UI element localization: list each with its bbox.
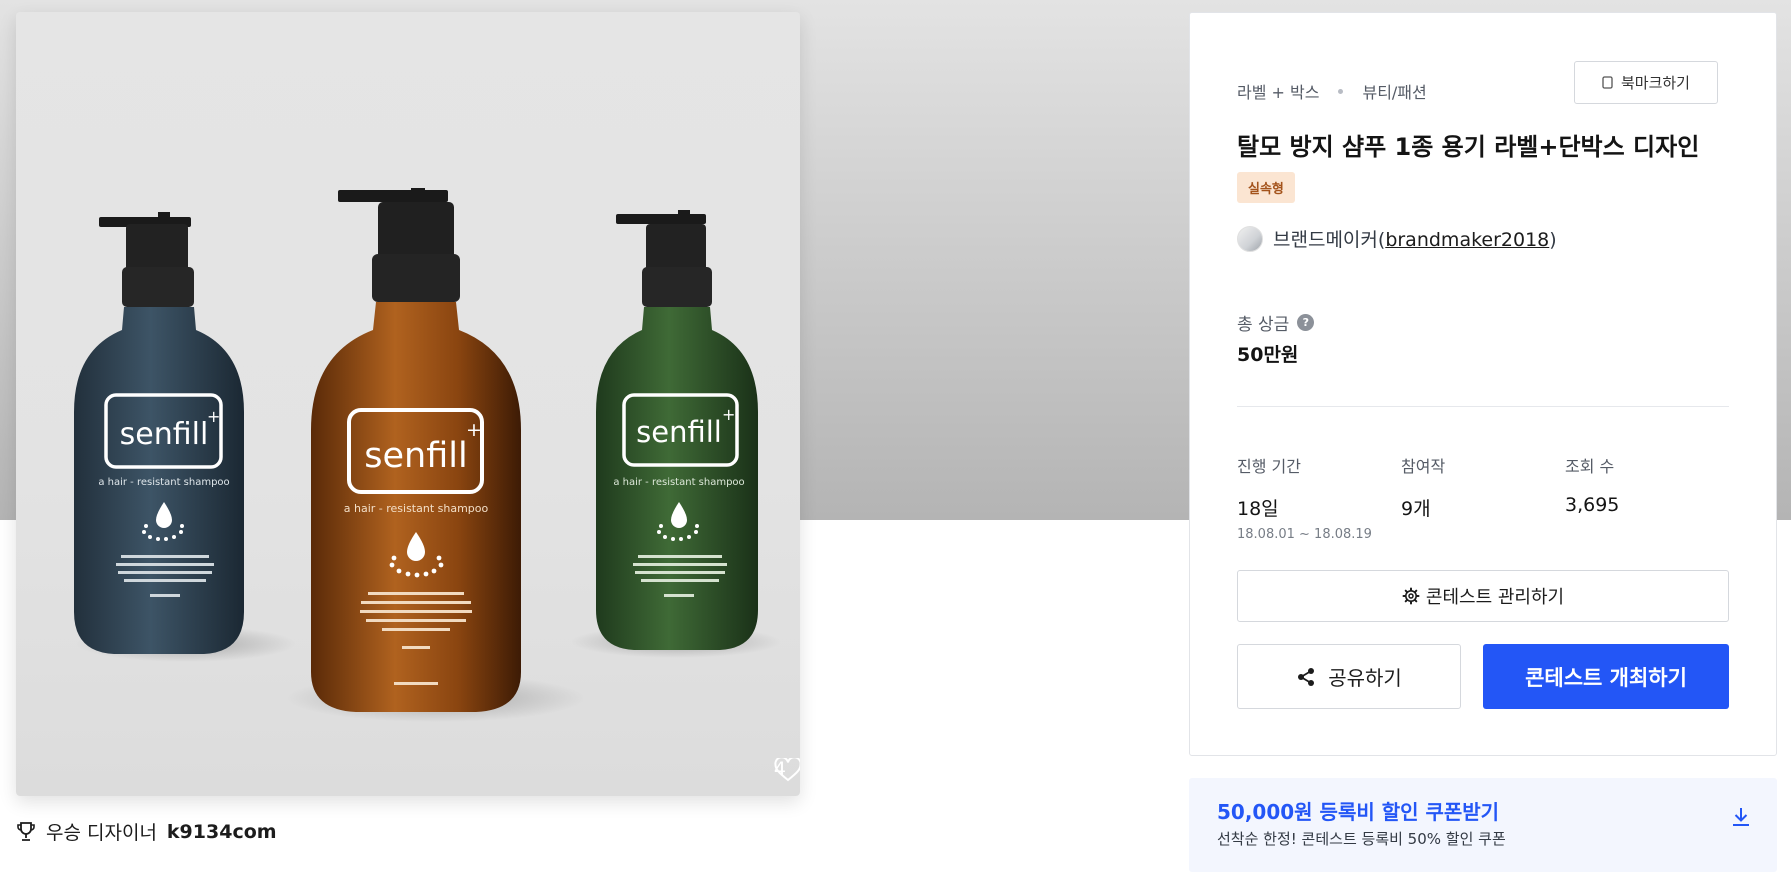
manage-contest-button[interactable]: 콘테스트 관리하기 — [1237, 570, 1729, 622]
manage-label: 콘테스트 관리하기 — [1425, 587, 1565, 608]
svg-text:a hair - resistant shampoo: a hair - resistant shampoo — [613, 477, 744, 488]
owner-id-link[interactable]: brandmaker2018 — [1385, 229, 1549, 251]
subcategory-link[interactable]: 뷰티/패션 — [1362, 79, 1426, 103]
designer-name[interactable]: k9134com — [167, 821, 277, 843]
svg-text:+: + — [207, 407, 220, 426]
coupon-subtitle: 선착순 한정! 콘테스트 등록비 50% 할인 쿠폰 — [1217, 830, 1506, 848]
winning-designer: 우승 디자이너 k9134com — [16, 818, 277, 845]
stat-period: 진행 기간 18일 18.08.01 ~ 18.08.19 — [1237, 453, 1372, 542]
avatar[interactable] — [1237, 225, 1263, 252]
views-label: 조회 수 — [1565, 457, 1615, 476]
period-range: 18.08.01 ~ 18.08.19 — [1237, 527, 1372, 542]
owner-name: 브랜드메이커 — [1273, 229, 1378, 251]
owner-name-row: 브랜드메이커(brandmaker2018) — [1273, 229, 1557, 251]
breadcrumb-separator — [1338, 88, 1344, 94]
svg-text:a hair - resistant shampoo: a hair - resistant shampoo — [98, 477, 229, 488]
svg-text:+: + — [466, 419, 482, 441]
designer-prefix: 우승 디자이너 — [46, 822, 157, 844]
svg-text:senfill: senfill — [636, 415, 722, 449]
contest-main-image[interactable]: senfill + a hair - resistant shampoo sen… — [16, 12, 800, 796]
bookmark-label: 북마크하기 — [1620, 74, 1690, 92]
svg-text:senfill: senfill — [364, 436, 467, 476]
heart-icon — [774, 758, 800, 782]
category-breadcrumb: 라벨 + 박스 뷰티/패션 — [1237, 79, 1427, 103]
svg-text:senfill: senfill — [120, 417, 209, 452]
share-button[interactable]: 공유하기 — [1237, 644, 1461, 709]
divider — [1237, 406, 1729, 407]
gear-icon — [1402, 587, 1420, 605]
stat-entries: 참여작 9개 — [1401, 453, 1445, 521]
coupon-title: 50,000원 등록비 할인 쿠폰받기 — [1217, 800, 1500, 824]
bookmark-icon — [1602, 76, 1613, 89]
plan-badge: 실속형 — [1237, 172, 1295, 203]
stat-views: 조회 수 3,695 — [1565, 453, 1619, 516]
like-button[interactable]: 4 — [774, 758, 800, 782]
total-prize-value: 50만원 — [1237, 344, 1299, 366]
total-prize-label: 총 상금 ? — [1237, 310, 1315, 335]
period-label: 진행 기간 — [1237, 457, 1301, 476]
contest-owner: 브랜드메이커(brandmaker2018) — [1237, 225, 1557, 252]
category-link[interactable]: 라벨 + 박스 — [1237, 79, 1319, 103]
contest-info-panel: 라벨 + 박스 뷰티/패션 북마크하기 탈모 방지 샴푸 1종 용기 라벨+단박… — [1189, 12, 1777, 756]
coupon-banner[interactable]: 50,000원 등록비 할인 쿠폰받기 선착순 한정! 콘테스트 등록비 50%… — [1189, 778, 1777, 872]
share-icon — [1298, 667, 1315, 686]
host-contest-button[interactable]: 콘테스트 개최하기 — [1483, 644, 1729, 709]
bookmark-button[interactable]: 북마크하기 — [1574, 61, 1718, 104]
trophy-icon — [17, 821, 35, 841]
svg-text:+: + — [722, 405, 735, 424]
period-value: 18일 — [1237, 498, 1279, 520]
prize-label-text: 총 상금 — [1237, 315, 1290, 335]
svg-text:a hair - resistant shampoo: a hair - resistant shampoo — [344, 502, 489, 515]
entries-value: 9개 — [1401, 498, 1431, 520]
download-icon[interactable] — [1731, 806, 1751, 828]
entries-label: 참여작 — [1401, 457, 1446, 476]
share-label: 공유하기 — [1328, 666, 1402, 690]
views-value: 3,695 — [1565, 494, 1620, 516]
contest-title: 탈모 방지 샴푸 1종 용기 라벨+단박스 디자인 — [1237, 133, 1700, 161]
shampoo-bottles-illustration: senfill + a hair - resistant shampoo sen… — [74, 188, 781, 722]
help-icon[interactable]: ? — [1297, 314, 1315, 331]
